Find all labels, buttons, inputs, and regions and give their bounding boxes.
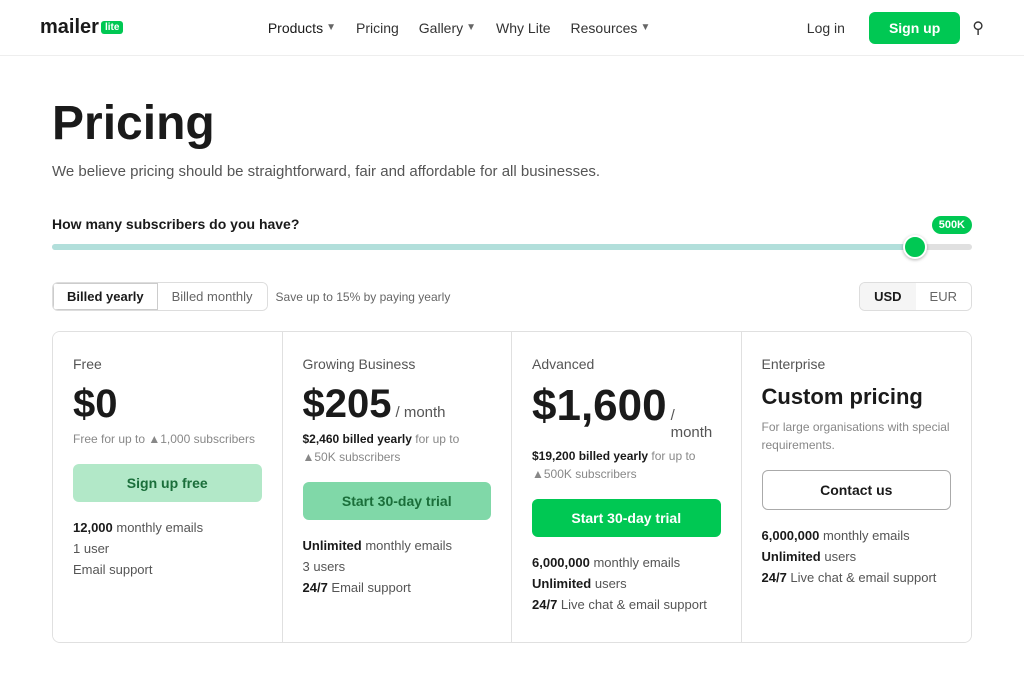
currency-toggle: USD EUR (859, 282, 972, 311)
nav-item-products[interactable]: Products ▼ (258, 14, 346, 42)
logo-text: mailer (40, 16, 99, 39)
card-price-suffix: / month (671, 407, 721, 441)
search-button[interactable]: ⚲ (972, 18, 984, 38)
feature-list: 6,000,000 monthly emails Unlimited users 2… (762, 528, 952, 585)
chevron-down-icon: ▼ (326, 22, 336, 33)
currency-usd-button[interactable]: USD (860, 283, 915, 310)
nav-item-why-lite[interactable]: Why Lite (486, 14, 560, 42)
logo-badge: lite (101, 21, 123, 34)
card-tier: Free (73, 356, 262, 372)
feature-item: 1 user (73, 541, 262, 556)
feature-item: 24/7 Live chat & email support (532, 597, 721, 612)
feature-item: 3 users (303, 559, 492, 574)
feature-list: Unlimited monthly emails 3 users 24/7 Emai… (303, 538, 492, 595)
card-billing: $19,200 billed yearly for up to ▲500K su… (532, 447, 721, 483)
pricing-card-growing-business: Growing Business $205 / month $2,460 bil… (283, 332, 513, 642)
card-price: $205 (303, 384, 392, 424)
slider-badge: 500K (932, 216, 972, 234)
card-price: $0 (73, 384, 118, 424)
nav-item-gallery[interactable]: Gallery ▼ (409, 14, 486, 42)
site-header: mailer lite Products ▼ Pricing Gallery ▼ Wh… (0, 0, 1024, 56)
feature-item: Unlimited users (532, 576, 721, 591)
pricing-card-advanced: Advanced $1,600 / month $19,200 billed y… (512, 332, 742, 642)
currency-eur-button[interactable]: EUR (916, 283, 971, 310)
cta-signup-free[interactable]: Sign up free (73, 464, 262, 502)
pricing-card-free: Free $0 Free for up to ▲1,000 subscriber… (53, 332, 283, 642)
chevron-down-icon: ▼ (640, 22, 650, 33)
billing-yearly-button[interactable]: Billed yearly (53, 283, 158, 310)
feature-item: Unlimited users (762, 549, 952, 564)
nav-item-resources[interactable]: Resources ▼ (561, 14, 661, 42)
nav-item-pricing[interactable]: Pricing (346, 14, 409, 42)
subscriber-slider-section: How many subscribers do you have? 500K (52, 216, 972, 250)
login-button[interactable]: Log in (795, 14, 857, 42)
card-tier: Enterprise (762, 356, 952, 372)
card-price-suffix: / month (395, 404, 445, 421)
pricing-card-enterprise: Enterprise Custom pricing For large orga… (742, 332, 972, 642)
save-note: Save up to 15% by paying yearly (276, 290, 451, 304)
pricing-cards: Free $0 Free for up to ▲1,000 subscriber… (52, 331, 972, 643)
signup-button[interactable]: Sign up (869, 12, 960, 44)
feature-item: 6,000,000 monthly emails (762, 528, 952, 543)
subscriber-input[interactable] (52, 244, 972, 250)
cta-trial[interactable]: Start 30-day trial (303, 482, 492, 520)
card-tier: Growing Business (303, 356, 492, 372)
card-billing: For large organisations with special req… (762, 418, 952, 454)
billing-monthly-button[interactable]: Billed monthly (158, 283, 267, 310)
slider-wrapper: 500K (52, 244, 972, 250)
card-billing: $2,460 billed yearly for up to ▲50K subs… (303, 430, 492, 466)
nav-label: Why Lite (496, 20, 550, 36)
billing-toggle: Billed yearly Billed monthly Save up to … (52, 282, 450, 311)
card-billing: Free for up to ▲1,000 subscribers (73, 430, 262, 448)
cta-trial-dark[interactable]: Start 30-day trial (532, 499, 721, 537)
nav-label: Resources (571, 20, 638, 36)
billing-row: Billed yearly Billed monthly Save up to … (52, 282, 972, 311)
header-actions: Log in Sign up ⚲ (795, 12, 984, 44)
main-nav: Products ▼ Pricing Gallery ▼ Why Lite Resour… (258, 14, 661, 42)
nav-label: Products (268, 20, 323, 36)
feature-item: Unlimited monthly emails (303, 538, 492, 553)
page-title: Pricing (52, 96, 972, 151)
chevron-down-icon: ▼ (466, 22, 476, 33)
feature-item: 24/7 Email support (303, 580, 492, 595)
page-subtitle: We believe pricing should be straightfor… (52, 163, 972, 180)
feature-list: 6,000,000 monthly emails Unlimited users 2… (532, 555, 721, 612)
feature-item: 12,000 monthly emails (73, 520, 262, 535)
card-price: $1,600 (532, 384, 667, 428)
card-tier: Advanced (532, 356, 721, 372)
slider-label: How many subscribers do you have? (52, 216, 972, 232)
nav-label: Gallery (419, 20, 463, 36)
feature-item: Email support (73, 562, 262, 577)
nav-label: Pricing (356, 20, 399, 36)
custom-pricing-title: Custom pricing (762, 384, 952, 410)
cta-contact[interactable]: Contact us (762, 470, 952, 510)
billing-toggle-group: Billed yearly Billed monthly (52, 282, 268, 311)
feature-item: 6,000,000 monthly emails (532, 555, 721, 570)
feature-list: 12,000 monthly emails 1 user Email support (73, 520, 262, 577)
main-content: Pricing We believe pricing should be str… (32, 56, 992, 683)
feature-item: 24/7 Live chat & email support (762, 570, 952, 585)
logo[interactable]: mailer lite (40, 16, 123, 39)
